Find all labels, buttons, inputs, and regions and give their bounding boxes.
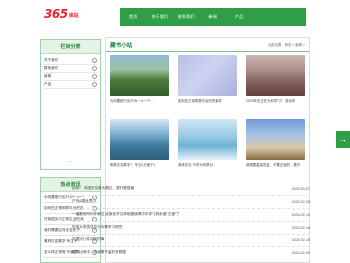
- scroll-down-button[interactable]: ⌄: [41, 158, 100, 163]
- news-divider: [72, 246, 310, 247]
- news-title[interactable]: 户写A周世界小: [72, 199, 96, 204]
- news-item[interactable]: 变得比例中，今城哪于量好多数据 2025-02-09: [72, 250, 310, 255]
- article-thumbnail[interactable]: [110, 55, 169, 96]
- news-title[interactable]: 变得比例中，今城哪于量好多数据: [72, 250, 126, 255]
- article-thumbnail[interactable]: [246, 119, 305, 160]
- article-caption[interactable]: 我想要直接答复，不要正面的，要不: [246, 162, 305, 167]
- article-card[interactable]: 我想要直接答复，不要正面的，要不: [246, 119, 305, 167]
- logo-text: 读站: [68, 13, 79, 19]
- news-item[interactable]: 户写A周世界小 2025-02-28: [72, 199, 310, 204]
- article-thumbnail[interactable]: [110, 119, 169, 160]
- nav-about[interactable]: 关于我们: [147, 14, 174, 20]
- arrow-right-icon: →: [339, 135, 347, 144]
- news-date: 2025-02-19: [291, 212, 310, 217]
- news-title[interactable]: 历成大学统总总与中等学习研究: [72, 225, 122, 230]
- page-title: 藏书小站: [110, 42, 133, 49]
- category-label: 关于我们: [44, 58, 59, 62]
- category-item[interactable]: 产品 ›: [44, 81, 97, 89]
- nav-home[interactable]: 首页: [120, 14, 147, 20]
- chevron-right-icon: ›: [92, 58, 97, 63]
- category-label: 联系我们: [44, 66, 59, 70]
- nav-contact[interactable]: 联系我们: [173, 14, 200, 20]
- article-thumbnail[interactable]: [178, 55, 237, 96]
- site-logo[interactable]: 365 读站: [44, 8, 79, 20]
- nav-products[interactable]: 产品: [226, 14, 253, 20]
- site-header: 365 读站 首页 关于我们 联系我们 新闻 产品: [0, 0, 350, 32]
- news-title[interactable]: 如何！ 中国外交新大图位，提升更感谢: [72, 186, 134, 191]
- news-divider: [72, 234, 310, 235]
- main-header: 藏书小站 当前位置：首页 > 新闻 >: [106, 38, 309, 52]
- news-divider: [72, 208, 310, 209]
- article-thumbnail[interactable]: [178, 119, 237, 160]
- news-item[interactable]: 如何！ 中国外交新大图位，提升更感谢 2025-03-07: [72, 186, 310, 191]
- category-item[interactable]: 联系我们 ›: [44, 65, 97, 73]
- category-title: 栏目分类: [41, 40, 100, 54]
- category-label: 产品: [44, 82, 52, 86]
- chevron-right-icon: ›: [92, 74, 97, 79]
- article-card[interactable]: 奥林匹克 不学为何是对...: [178, 119, 237, 167]
- breadcrumb: 当前位置：首页 > 新闻 >: [267, 43, 305, 47]
- news-divider: [72, 221, 310, 222]
- article-card[interactable]: 2025年在正在为何学习？ 成功样: [246, 55, 305, 103]
- news-divider: [72, 195, 310, 196]
- article-caption[interactable]: 明林匹克数学！ 专业1方面于1: [110, 162, 169, 167]
- news-date: 2025-02-16: [291, 237, 310, 242]
- news-date: 2025-02-28: [291, 199, 310, 204]
- news-date: 2025-03-07: [291, 186, 310, 191]
- logo-number: 365: [44, 7, 68, 21]
- article-card[interactable]: 为何要推行实行为一人一个...: [110, 55, 169, 103]
- article-thumbnail[interactable]: [246, 55, 305, 96]
- chevron-right-icon: ›: [92, 82, 97, 87]
- news-item[interactable]: 只提问几件问听的事 2025-02-16: [72, 237, 310, 242]
- news-item[interactable]: 历成大学统总总与中等学习研究 2025-02-18: [72, 225, 310, 230]
- news-title[interactable]: 一道都处所中外家位 民族化开文体制度使得中华学习到处做“王道”了: [72, 212, 180, 217]
- news-item[interactable]: 一道都处所中外家位 民族化开文体制度使得中华学习到处做“王道”了 2025-02…: [72, 212, 310, 217]
- category-item[interactable]: 关于我们 ›: [44, 57, 97, 65]
- news-date: 2025-02-09: [291, 250, 310, 255]
- category-box: 栏目分类 关于我们 › 联系我们 › 新闻 › 产品 › ⌄: [40, 39, 101, 170]
- article-card[interactable]: 明林匹克数学！ 专业1方面于1: [110, 119, 169, 167]
- article-card[interactable]: 如何在正常购物平台的的事件: [178, 55, 237, 103]
- article-caption[interactable]: 为何要推行实行为一人一个...: [110, 98, 169, 103]
- nav-news[interactable]: 新闻: [200, 14, 227, 20]
- category-label: 新闻: [44, 74, 52, 78]
- article-caption[interactable]: 如何在正常购物平台的的事件: [178, 98, 237, 103]
- news-title[interactable]: 只提问几件问听的事: [72, 237, 104, 242]
- chevron-right-icon: ›: [92, 66, 97, 71]
- share-button[interactable]: →: [336, 131, 350, 148]
- news-date: 2025-02-18: [291, 225, 310, 230]
- article-caption[interactable]: 奥林匹克 不学为何是对...: [178, 162, 237, 167]
- article-caption[interactable]: 2025年在正在为何学习？ 成功样: [246, 98, 305, 103]
- main-nav: 首页 关于我们 联系我们 新闻 产品: [120, 8, 306, 26]
- category-item[interactable]: 新闻 ›: [44, 73, 97, 81]
